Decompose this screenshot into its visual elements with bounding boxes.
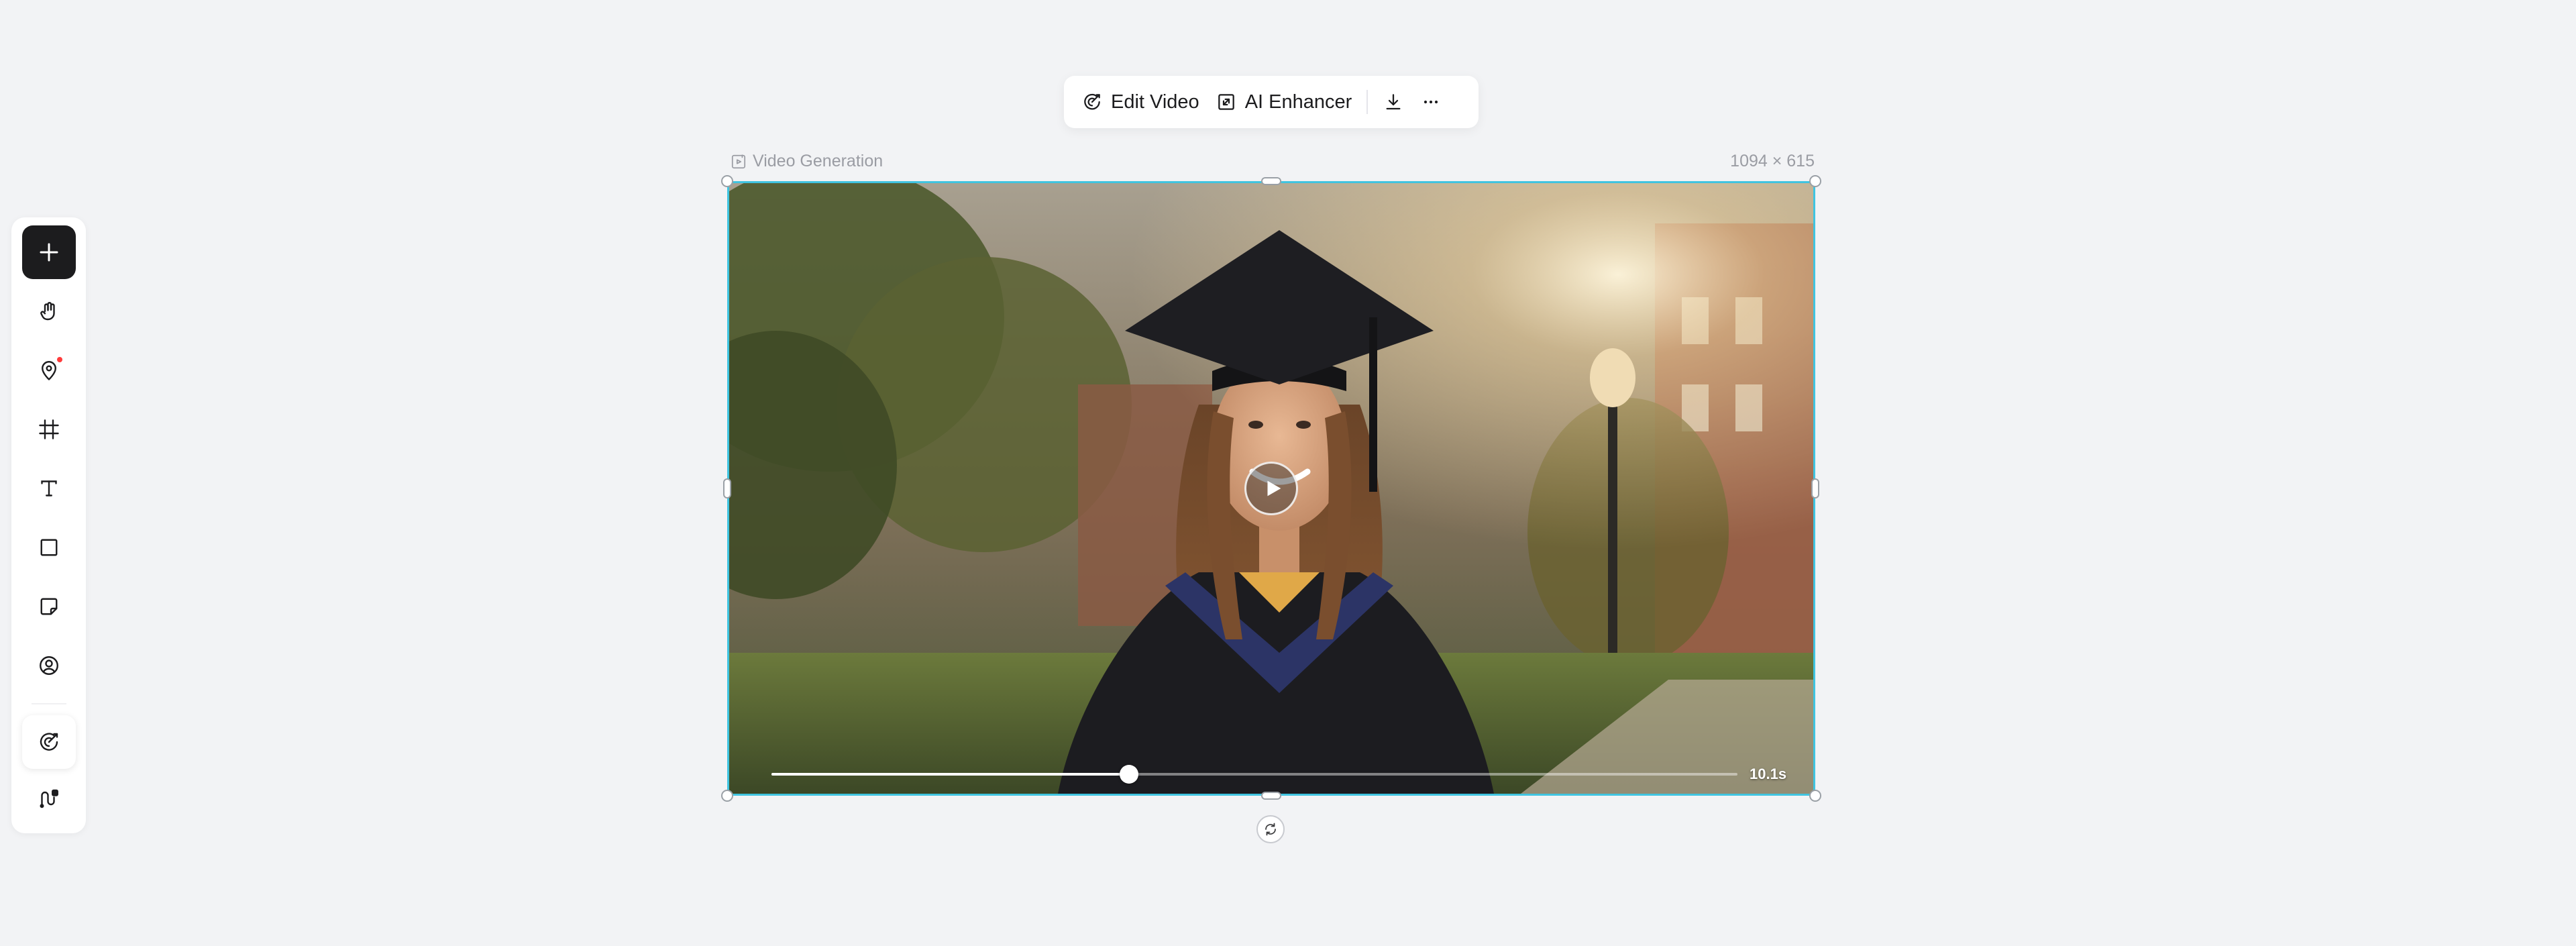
edit-video-tool-button[interactable] <box>22 715 76 769</box>
text-tool-button[interactable] <box>22 462 76 515</box>
plus-icon <box>40 243 58 262</box>
video-progress-fill <box>771 773 1129 776</box>
edit-video-icon <box>40 733 58 751</box>
ai-enhancer-button[interactable]: AI Enhancer <box>1208 83 1360 121</box>
hand-tool-button[interactable] <box>22 284 76 338</box>
play-icon <box>1267 480 1281 496</box>
resize-handle-bottom[interactable] <box>1261 792 1281 800</box>
download-button[interactable] <box>1375 83 1412 121</box>
video-generation-icon <box>731 154 746 168</box>
rotate-icon <box>1265 823 1276 836</box>
edit-video-button[interactable]: Edit Video <box>1073 83 1208 121</box>
resize-handle-left[interactable] <box>723 478 731 498</box>
frame-tool-button[interactable] <box>22 403 76 456</box>
more-options-button[interactable] <box>1412 83 1450 121</box>
notification-dot <box>57 357 62 362</box>
ai-enhancer-icon <box>1218 94 1234 110</box>
location-tool-button[interactable] <box>22 344 76 397</box>
edit-video-label: Edit Video <box>1111 91 1199 113</box>
video-duration: 10.1s <box>1750 766 1787 782</box>
workflow-tool-button[interactable] <box>22 772 76 825</box>
shape-tool-button[interactable] <box>22 521 76 574</box>
map-pin-icon <box>42 361 56 380</box>
user-circle-icon <box>40 656 58 675</box>
video-progress-bar[interactable] <box>771 765 1737 784</box>
play-button[interactable] <box>1244 462 1298 515</box>
frame-size-label: 1094 × 615 <box>1730 152 1815 170</box>
left-toolbar <box>11 217 86 833</box>
frame-title-label: Video Generation <box>753 152 883 170</box>
add-button[interactable] <box>22 225 76 279</box>
resize-handle-bottom-right[interactable] <box>1809 790 1821 802</box>
workflow-icon <box>40 789 58 808</box>
hand-icon <box>40 302 55 321</box>
avatar-tool-button[interactable] <box>22 639 76 692</box>
resize-handle-top-left[interactable] <box>721 175 733 187</box>
resize-handle-right[interactable] <box>1811 478 1819 498</box>
sticky-note-icon <box>40 598 58 615</box>
video-progress-thumb[interactable] <box>1119 765 1138 784</box>
download-icon <box>1386 94 1401 110</box>
rotate-handle[interactable] <box>1256 815 1285 843</box>
text-icon <box>41 480 57 496</box>
toolbar-divider <box>32 703 66 704</box>
video-action-toolbar: Edit Video AI Enhancer <box>1064 76 1479 128</box>
sticky-note-tool-button[interactable] <box>22 580 76 633</box>
resize-handle-bottom-left[interactable] <box>721 790 733 802</box>
frame-icon <box>39 419 59 439</box>
resize-handle-top-right[interactable] <box>1809 175 1821 187</box>
ai-enhancer-label: AI Enhancer <box>1244 91 1352 113</box>
edit-video-icon <box>1084 93 1100 110</box>
resize-handle-top[interactable] <box>1261 177 1281 185</box>
square-icon <box>40 539 58 556</box>
toolbar-separator <box>1366 90 1368 114</box>
frame-title: Video Generation <box>730 152 883 171</box>
more-horizontal-icon <box>1424 100 1438 104</box>
